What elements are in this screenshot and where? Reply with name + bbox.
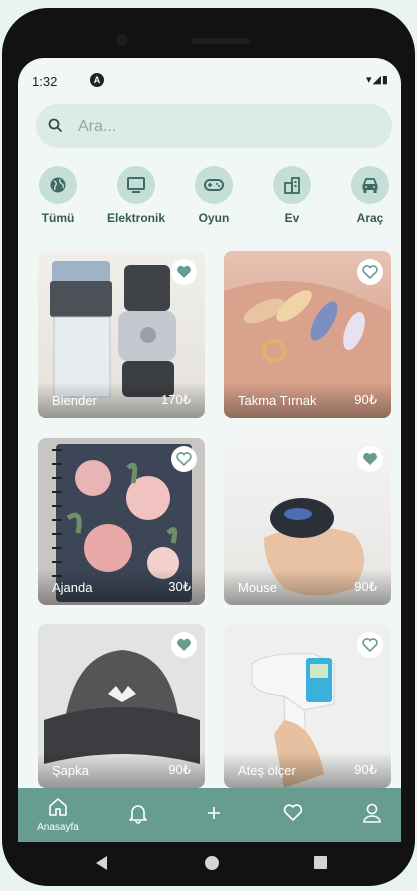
heart-outline-icon — [362, 638, 378, 652]
heart-icon — [283, 804, 303, 821]
favorite-button[interactable] — [357, 446, 383, 472]
category-games[interactable]: Oyun — [179, 166, 249, 225]
favorite-button[interactable] — [171, 259, 197, 285]
product-name: Ateş ölçer — [238, 763, 296, 778]
search-icon — [48, 118, 62, 132]
category-label: Tümü — [41, 211, 75, 225]
product-price: 170₺ — [161, 392, 191, 407]
category-label: Elektronik — [106, 211, 166, 225]
speaker-grille — [192, 38, 250, 44]
category-label: Ev — [284, 211, 300, 225]
category-label: Oyun — [198, 211, 230, 225]
notification-icon: A — [90, 73, 104, 87]
nav-home-label: Anasayfa — [37, 822, 79, 833]
product-name: Mouse — [238, 580, 278, 595]
product-name: Blender — [52, 393, 97, 408]
status-icons: ▾◢▮ — [365, 74, 389, 86]
category-home[interactable]: Ev — [257, 166, 327, 225]
product-price: 90₺ — [354, 579, 377, 594]
heart-filled-icon — [177, 638, 191, 651]
product-name: Şapka — [52, 763, 89, 778]
category-vehicle[interactable]: Araç — [335, 166, 401, 225]
plus-icon — [208, 807, 220, 819]
nav-notifications[interactable] — [108, 788, 168, 842]
back-icon[interactable] — [96, 856, 107, 870]
bell-icon — [129, 805, 147, 824]
product-price: 30₺ — [168, 579, 191, 594]
product-card-blender[interactable]: Blender 170₺ — [38, 251, 205, 418]
product-card-nails[interactable]: Takma Tırnak 90₺ — [224, 251, 391, 418]
building-icon — [273, 166, 311, 204]
category-electronics[interactable]: Elektronik — [101, 166, 171, 225]
product-card-mouse[interactable]: Mouse 90₺ — [224, 438, 391, 605]
favorite-button[interactable] — [171, 446, 197, 472]
product-price: 90₺ — [354, 392, 377, 407]
globe-icon — [39, 166, 77, 204]
product-card-thermometer[interactable]: Ateş ölçer 90₺ — [224, 624, 391, 788]
nav-profile[interactable] — [342, 788, 401, 842]
category-label: Araç — [356, 211, 384, 225]
status-bar: 1:32 A ▾◢▮ — [18, 70, 401, 90]
nav-favorites[interactable] — [263, 788, 323, 842]
favorite-button[interactable] — [357, 259, 383, 285]
category-all[interactable]: Tümü — [23, 166, 93, 225]
favorite-button[interactable] — [171, 632, 197, 658]
search-bar[interactable] — [36, 104, 392, 148]
heart-filled-icon — [177, 265, 191, 278]
product-name: Takma Tırnak — [238, 393, 317, 408]
favorite-button[interactable] — [357, 632, 383, 658]
heart-filled-icon — [363, 452, 377, 465]
nav-add[interactable] — [184, 788, 244, 842]
recents-icon[interactable] — [314, 856, 327, 869]
heart-outline-icon — [362, 265, 378, 279]
heart-outline-icon — [176, 452, 192, 466]
search-input[interactable] — [76, 114, 380, 140]
product-price: 90₺ — [168, 762, 191, 777]
camera-dot — [116, 34, 128, 46]
nav-home[interactable]: Anasayfa — [28, 788, 88, 842]
product-name: Ajanda — [52, 580, 93, 595]
bottom-nav: Anasayfa — [18, 788, 401, 842]
product-card-planner[interactable]: Ajanda 30₺ — [38, 438, 205, 605]
tv-icon — [117, 166, 155, 204]
car-icon — [351, 166, 389, 204]
home-circle-icon[interactable] — [205, 856, 219, 870]
app-screen: 1:32 A ▾◢▮ Tümü Elektronik — [18, 58, 401, 842]
system-nav-bar — [2, 842, 415, 886]
home-icon — [49, 798, 67, 816]
gamepad-icon — [195, 166, 233, 204]
product-price: 90₺ — [354, 762, 377, 777]
status-time: 1:32 — [32, 74, 58, 89]
user-icon — [363, 803, 381, 823]
phone-frame: 1:32 A ▾◢▮ Tümü Elektronik — [2, 8, 415, 886]
product-card-hat[interactable]: Şapka 90₺ — [38, 624, 205, 788]
